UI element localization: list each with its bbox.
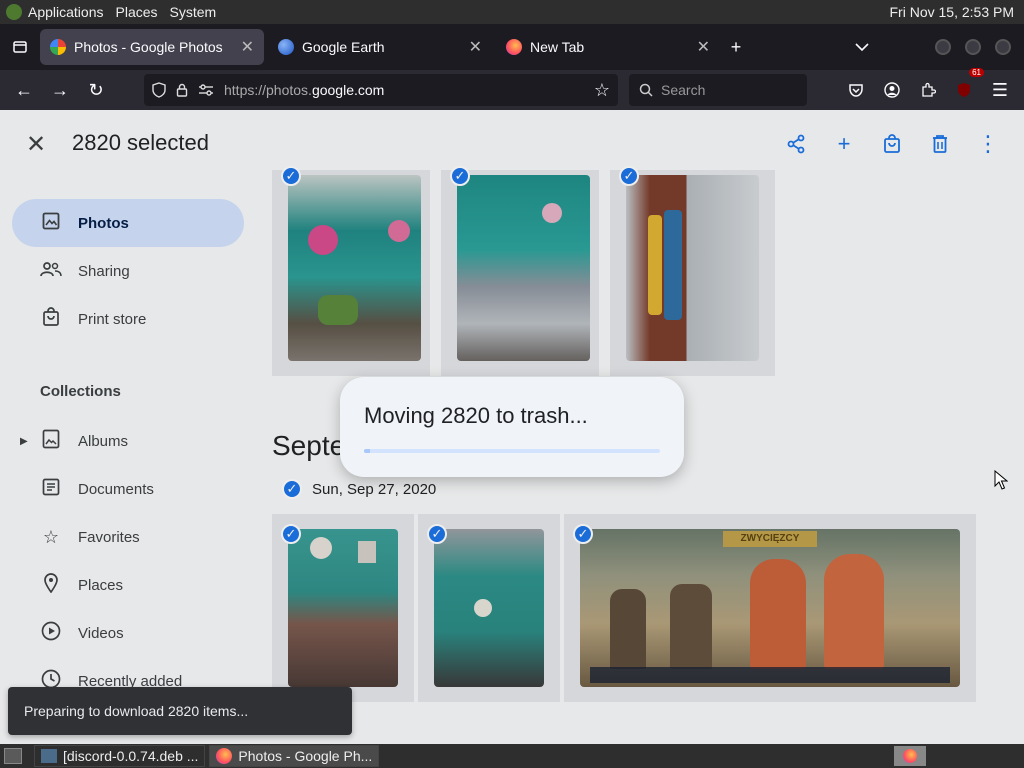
places-menu[interactable]: Places	[110, 4, 164, 20]
new-tab-icon[interactable]: +	[720, 31, 752, 63]
permissions-icon[interactable]	[198, 83, 214, 97]
close-window-icon[interactable]	[995, 39, 1011, 55]
ublock-icon[interactable]: 61	[946, 68, 984, 106]
search-input[interactable]: Search	[629, 74, 807, 106]
search-icon	[639, 83, 653, 97]
url-prefix: https://photos.	[224, 82, 312, 98]
task-label: Photos - Google Ph...	[238, 748, 373, 764]
shield-icon	[152, 82, 166, 98]
extensions-icon[interactable]	[910, 74, 946, 106]
maximize-window-icon[interactable]	[965, 39, 981, 55]
package-installer-icon	[41, 749, 57, 763]
reload-icon[interactable]: ↻	[78, 74, 114, 106]
taskbar-item-firefox[interactable]: Photos - Google Ph...	[209, 745, 380, 767]
nav-bar: ← → ↻ https://photos.google.com ☆ Search…	[0, 68, 1024, 110]
taskbar-item-discord-installer[interactable]: [discord-0.0.74.deb ...	[34, 745, 206, 767]
progress-bar	[364, 449, 660, 453]
ublock-badge: 61	[969, 68, 984, 77]
minimize-window-icon[interactable]	[935, 39, 951, 55]
url-domain: google.com	[311, 82, 385, 98]
bookmark-star-icon[interactable]: ☆	[594, 80, 610, 101]
dialog-message: Moving 2820 to trash...	[364, 403, 588, 428]
tab-new-tab[interactable]: New Tab ✕	[496, 29, 720, 65]
close-tab-icon[interactable]: ✕	[697, 37, 710, 57]
back-icon[interactable]: ←	[6, 74, 42, 106]
google-photos-page: ✕ 2820 selected + ⋮ Photos Sharing Print…	[0, 110, 1024, 744]
close-tab-icon[interactable]: ✕	[241, 37, 254, 57]
firefox-icon	[506, 39, 522, 55]
tab-title: Google Earth	[302, 39, 385, 55]
firefox-icon	[903, 749, 917, 763]
google-earth-icon	[278, 39, 294, 55]
tab-bar: Photos - Google Photos ✕ Google Earth ✕ …	[0, 24, 1024, 70]
taskbar: [discord-0.0.74.deb ... Photos - Google …	[0, 744, 1024, 768]
pocket-icon[interactable]	[838, 74, 874, 106]
google-photos-icon	[50, 39, 66, 55]
close-tab-icon[interactable]: ✕	[469, 37, 482, 57]
top-panel: Applications Places System Fri Nov 15, 2…	[0, 0, 1024, 24]
account-icon[interactable]	[874, 74, 910, 106]
task-label: [discord-0.0.74.deb ...	[63, 748, 199, 764]
progress-fill	[364, 449, 370, 453]
mouse-cursor-icon	[994, 470, 1008, 490]
show-desktop-icon[interactable]	[4, 748, 22, 764]
tab-title: New Tab	[530, 39, 585, 55]
tab-overview-icon[interactable]	[4, 31, 36, 63]
search-placeholder: Search	[661, 82, 706, 98]
hamburger-menu-icon[interactable]: ☰	[982, 74, 1018, 106]
firefox-icon	[216, 748, 233, 764]
tab-title: Photos - Google Photos	[74, 39, 223, 55]
url-text[interactable]: https://photos.google.com	[224, 82, 584, 98]
distro-logo-icon[interactable]	[6, 4, 22, 20]
applications-menu[interactable]: Applications	[22, 4, 110, 20]
download-snackbar: Preparing to download 2820 items...	[8, 687, 352, 735]
tab-google-earth[interactable]: Google Earth ✕	[268, 29, 492, 65]
lock-icon	[176, 83, 188, 97]
forward-icon[interactable]: →	[42, 74, 78, 106]
workspace-switcher[interactable]	[894, 746, 926, 766]
clock[interactable]: Fri Nov 15, 2:53 PM	[890, 4, 1024, 20]
tab-google-photos[interactable]: Photos - Google Photos ✕	[40, 29, 264, 65]
toolbar-right: 61 ☰	[838, 68, 1018, 106]
system-menu[interactable]: System	[164, 4, 223, 20]
url-bar[interactable]: https://photos.google.com ☆	[144, 74, 618, 106]
trash-progress-dialog: Moving 2820 to trash...	[340, 377, 684, 477]
list-tabs-chevron-icon[interactable]	[846, 31, 878, 63]
